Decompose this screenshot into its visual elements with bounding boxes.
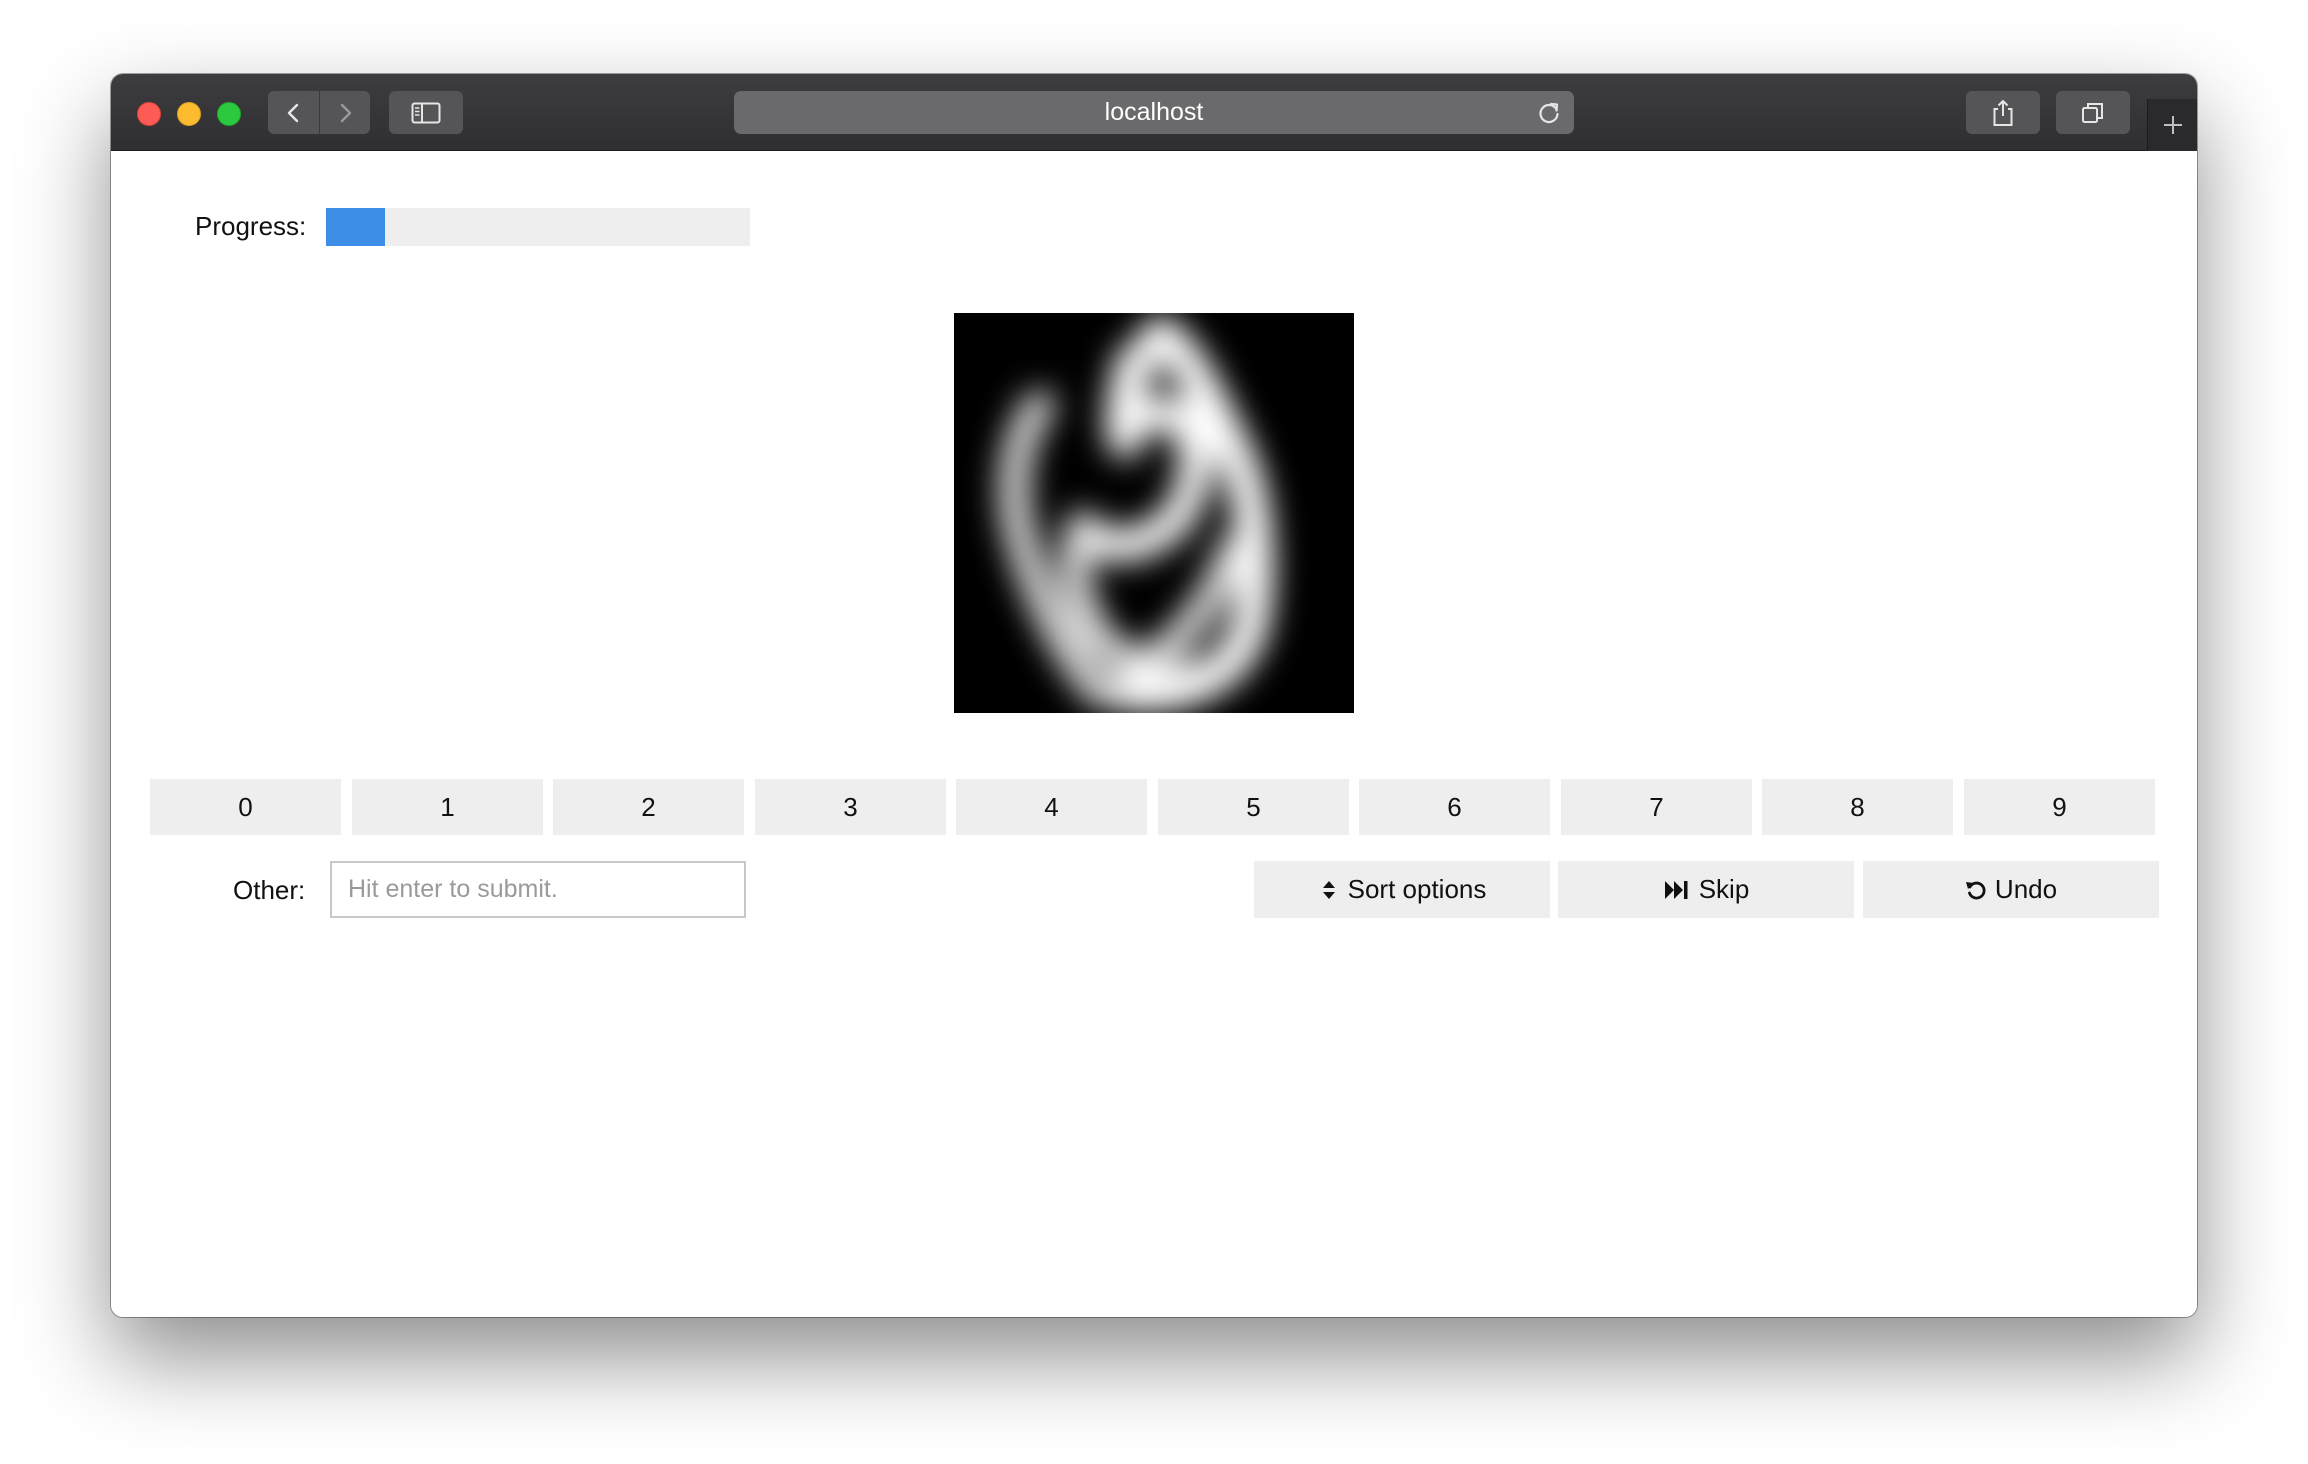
chevron-right-icon <box>340 103 352 122</box>
close-window-button[interactable] <box>137 102 161 126</box>
skip-button[interactable]: Skip <box>1558 861 1854 918</box>
option-button-8[interactable]: 8 <box>1762 779 1953 835</box>
option-button-9[interactable]: 9 <box>1964 779 2155 835</box>
zoom-window-button[interactable] <box>217 102 241 126</box>
share-button[interactable] <box>1966 91 2040 134</box>
tab-overview-button[interactable] <box>2056 91 2130 134</box>
history-nav <box>268 91 370 134</box>
digit-image <box>954 313 1354 713</box>
address-text: localhost <box>1104 98 1204 126</box>
chevron-left-icon <box>287 103 298 122</box>
progress-label: Progress: <box>195 211 307 241</box>
option-button-0[interactable]: 0 <box>150 779 341 835</box>
forward-button[interactable] <box>319 91 370 134</box>
sort-options-button[interactable]: Sort options <box>1254 861 1550 918</box>
back-button[interactable] <box>268 91 319 134</box>
option-button-6[interactable]: 6 <box>1359 779 1550 835</box>
undo-icon <box>1965 881 1986 899</box>
label-options: 0 1 2 3 4 5 6 7 8 9 <box>150 779 2158 835</box>
page-content: Progress: 0 1 2 3 4 5 6 7 8 9 Other: Hit… <box>111 151 2197 1317</box>
undo-button[interactable]: Undo <box>1863 861 2159 918</box>
option-button-1[interactable]: 1 <box>352 779 543 835</box>
minimize-window-button[interactable] <box>177 102 201 126</box>
new-tab-button[interactable] <box>2147 99 2197 151</box>
option-button-2[interactable]: 2 <box>553 779 744 835</box>
address-bar[interactable]: localhost <box>734 91 1574 134</box>
tabs-overview-icon <box>2082 102 2103 123</box>
sort-icon <box>1322 880 1335 899</box>
option-button-7[interactable]: 7 <box>1561 779 1752 835</box>
sort-options-label: Sort options <box>1347 874 1487 904</box>
option-button-4[interactable]: 4 <box>956 779 1147 835</box>
reload-icon[interactable] <box>1536 100 1562 126</box>
browser-window: localhost Progress: 0 1 2 3 4 5 6 7 8 9 … <box>111 74 2197 1317</box>
browser-toolbar: localhost <box>111 74 2197 151</box>
option-button-5[interactable]: 5 <box>1158 779 1349 835</box>
skip-label: Skip <box>1698 874 1750 904</box>
share-icon <box>1993 99 2013 126</box>
plus-icon <box>2163 116 2182 134</box>
sidebar-icon <box>411 102 441 123</box>
other-label: Other: <box>233 875 306 905</box>
fast-forward-icon <box>1664 880 1688 899</box>
progress-bar <box>326 208 750 246</box>
sidebar-toggle-button[interactable] <box>389 91 463 134</box>
progress-bar-fill <box>326 208 386 246</box>
option-button-3[interactable]: 3 <box>755 779 946 835</box>
other-input[interactable] <box>330 861 746 918</box>
undo-label: Undo <box>1994 874 2058 904</box>
